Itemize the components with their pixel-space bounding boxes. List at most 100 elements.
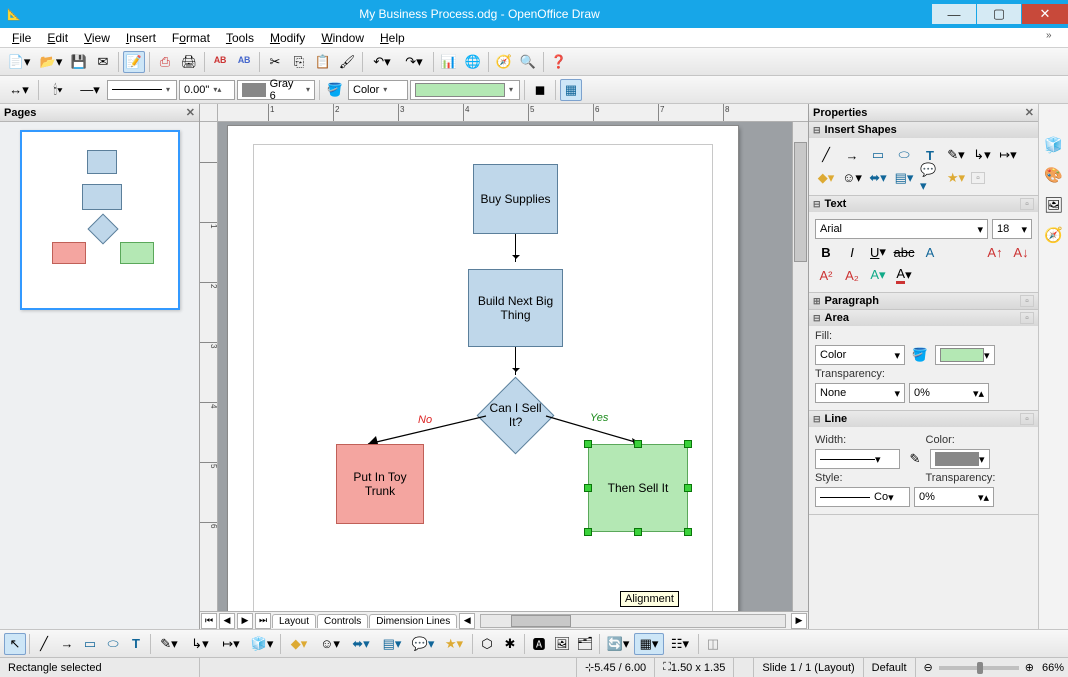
underline-button[interactable]: U▾ [867, 242, 889, 262]
shape-ellipse-icon[interactable]: ⬭ [893, 145, 915, 165]
autospell-button[interactable]: ᴬᴮ [233, 51, 255, 73]
line-style-combo[interactable]: ▾ [107, 80, 177, 100]
transparency-mode-combo[interactable]: None▾ [815, 383, 905, 403]
select-tool[interactable]: ↖ [4, 633, 26, 655]
v-scrollbar-thumb[interactable] [794, 142, 807, 262]
grow-font-button[interactable]: A↑ [984, 242, 1006, 262]
fill-color-combo[interactable]: ▾ [410, 80, 520, 100]
shadow-text-button[interactable]: A [919, 242, 941, 262]
menu-insert[interactable]: Insert [118, 29, 164, 47]
shape-curve-icon[interactable]: ✎▾ [945, 145, 967, 165]
menu-window[interactable]: Window [313, 29, 372, 47]
email-button[interactable]: ✉ [92, 51, 114, 73]
gallery-tool[interactable]: 🗂 [574, 633, 596, 655]
menu-file[interactable]: File [4, 29, 39, 47]
menu-format[interactable]: Format [164, 29, 218, 47]
font-color-button[interactable]: A▾ [893, 265, 915, 285]
menu-view[interactable]: View [76, 29, 118, 47]
shape-toy-trunk[interactable]: Put In Toy Trunk [336, 444, 424, 524]
flowchart-icon[interactable]: ▤▾ [893, 168, 915, 188]
arrow-1[interactable] [515, 234, 516, 262]
glue-tool[interactable]: ✱ [499, 633, 521, 655]
open-button[interactable]: 📂▾ [36, 51, 66, 73]
shape-build[interactable]: Build Next Big Thing [468, 269, 563, 347]
line-more-icon[interactable]: ▫ [1020, 413, 1034, 425]
zoom-in-button[interactable]: ⊕ [1025, 661, 1034, 674]
spellcheck-button[interactable]: ᴬᴮ [209, 51, 231, 73]
3d-tool[interactable]: 🧊▾ [247, 633, 277, 655]
arrow-tool[interactable]: → [56, 633, 78, 655]
align-tool[interactable]: ▦▾ [634, 633, 664, 655]
new-button[interactable]: 📄▾ [4, 51, 34, 73]
strike-button[interactable]: abc [893, 242, 915, 262]
shadow-button[interactable]: ◼ [529, 79, 551, 101]
menu-help[interactable]: Help [372, 29, 413, 47]
ellipse-tool[interactable]: ⬭ [102, 633, 124, 655]
bold-button[interactable]: B [815, 242, 837, 262]
line-style-dropdown[interactable]: —▾ [75, 79, 105, 101]
strip-properties-icon[interactable]: 🧊 [1043, 134, 1065, 156]
minimize-button[interactable]: — [932, 4, 976, 24]
area-more-icon[interactable]: ▫ [1020, 312, 1034, 324]
curve-tool[interactable]: ✎▾ [154, 633, 184, 655]
fill-bucket-icon[interactable]: 🪣 [909, 345, 931, 365]
stars-icon[interactable]: ★▾ [945, 168, 967, 188]
menu-tools[interactable]: Tools [218, 29, 262, 47]
line-tool[interactable]: ╱ [33, 633, 55, 655]
menu-edit[interactable]: Edit [39, 29, 76, 47]
rect-tool[interactable]: ▭ [79, 633, 101, 655]
fill-type-combo[interactable]: Color▾ [815, 345, 905, 365]
cut-button[interactable]: ✂ [264, 51, 286, 73]
tab-prev-button[interactable]: ◀ [219, 613, 235, 629]
strip-gallery-icon[interactable]: 🖼 [1043, 194, 1065, 216]
stars-tool[interactable]: ★▾ [439, 633, 469, 655]
block-arrows-icon[interactable]: ⬌▾ [867, 168, 889, 188]
basic-shapes-icon[interactable]: ◆▾ [815, 168, 837, 188]
callouts-tool[interactable]: 💬▾ [408, 633, 438, 655]
symbol-shapes-icon[interactable]: ☺▾ [841, 168, 863, 188]
text-tool[interactable]: T [125, 633, 147, 655]
shape-connector-icon[interactable]: ↳▾ [971, 145, 993, 165]
zoom-out-button[interactable]: ⊖ [924, 661, 933, 674]
points-tool[interactable]: ⬡ [476, 633, 498, 655]
zoom-button[interactable]: 🔍 [517, 51, 539, 73]
shape-buy-supplies[interactable]: Buy Supplies [473, 164, 558, 234]
save-button[interactable]: 💾 [68, 51, 90, 73]
zoom-slider[interactable] [939, 666, 1019, 670]
properties-close-icon[interactable]: ✕ [1025, 106, 1034, 119]
block-arrows-tool[interactable]: ⬌▾ [346, 633, 376, 655]
panel-button[interactable]: ▦ [560, 79, 582, 101]
shrink-font-button[interactable]: A↓ [1010, 242, 1032, 262]
shape-lines-icon[interactable]: ↦▾ [997, 145, 1019, 165]
arrange-tool[interactable]: ☷▾ [665, 633, 695, 655]
tab-dimension-lines[interactable]: Dimension Lines [369, 614, 457, 628]
strip-navigator-icon[interactable]: 🧭 [1043, 224, 1065, 246]
lines-tool[interactable]: ↦▾ [216, 633, 246, 655]
pages-panel-close-icon[interactable]: ✕ [186, 106, 195, 119]
fill-mode-combo[interactable]: Color▾ [348, 80, 408, 100]
extrusion-tool[interactable]: ◫ [702, 633, 724, 655]
fill-color-combo2[interactable]: ▾ [935, 345, 995, 365]
print-button[interactable]: 🖨 [178, 51, 200, 73]
line-transparency-combo[interactable]: 0%▾▴ [914, 487, 994, 507]
from-file-tool[interactable]: 🖼 [551, 633, 573, 655]
shape-arrow-icon[interactable]: → [841, 145, 863, 165]
shape-sell-it[interactable]: Then Sell It [588, 444, 688, 532]
line-color-pencil-icon[interactable]: ✎ [904, 449, 926, 469]
paste-button[interactable]: 📋 [312, 51, 334, 73]
redo-button[interactable]: ↷▾ [399, 51, 429, 73]
paragraph-more-icon[interactable]: ▫ [1020, 295, 1034, 307]
text-more-icon[interactable]: ▫ [1020, 198, 1034, 210]
line-color-combo[interactable]: Gray 6▾ [237, 80, 315, 100]
arrow-style-button[interactable]: ↔▾ [4, 79, 34, 101]
font-name-combo[interactable]: Arial▾ [815, 219, 988, 239]
tab-controls[interactable]: Controls [317, 614, 368, 628]
highlight-button[interactable]: A▾ [867, 265, 889, 285]
h-scroll-right[interactable]: ▶ [791, 613, 807, 629]
fontwork-tool[interactable]: 🅰 [528, 633, 550, 655]
copy-button[interactable]: ⎘ [288, 51, 310, 73]
strip-styles-icon[interactable]: 🎨 [1043, 164, 1065, 186]
rotate-tool[interactable]: 🔄▾ [603, 633, 633, 655]
menu-overflow-icon[interactable]: » [1046, 30, 1064, 46]
line-style-combo2[interactable]: Co▾ [815, 487, 910, 507]
